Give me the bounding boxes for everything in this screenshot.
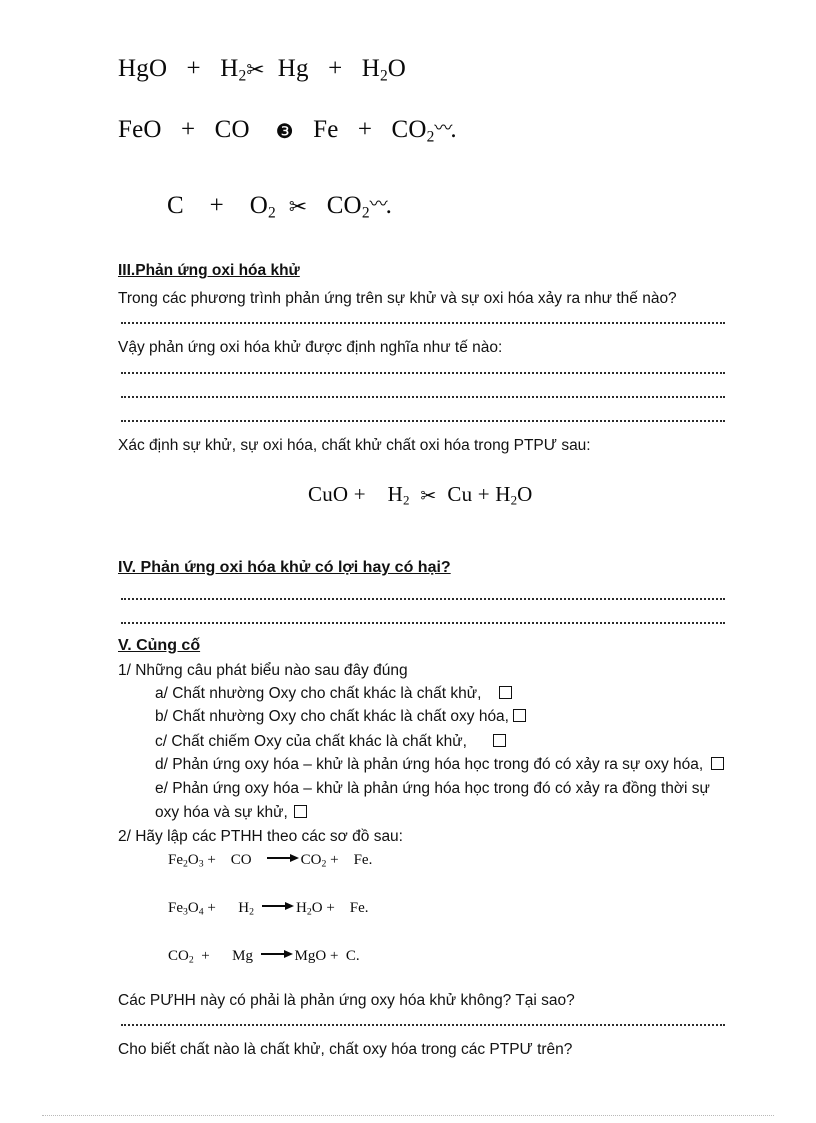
section-v-question-4: Cho biết chất nào là chất khử, chất oxy … [118,1041,573,1058]
wave-glyph: 〰 [369,194,388,215]
circled-three-glyph: ❸ [275,119,294,143]
section-iii-heading: III.Phản ứng oxi hóa khử [118,262,300,279]
equation-fe3o4: Fe3O4 + H2 H2O + Fe. [168,900,369,918]
choice-b: b/ Chất nhường Oxy cho chất khác là chất… [155,709,526,725]
choice-e-continuation-label: oxy hóa và sự khử, [155,804,288,821]
scissors-glyph: ✂ [420,485,437,507]
equation-co2-mg-a: CO [168,948,189,964]
page-boundary-separator [42,1114,774,1116]
section-iv-heading: IV. Phản ứng oxi hóa khử có lợi hay có h… [118,559,451,576]
equation-hgo-right-sub: 2 [379,67,388,85]
choice-e: e/ Phản ứng oxy hóa – khử là phản ứng hó… [155,781,710,797]
equation-hgo-left: HgO + H [118,55,239,82]
equation-hgo: HgO + H2✂ Hg + H2O [118,55,406,85]
scissors-glyph: ✂ [288,195,308,220]
answer-line [121,394,725,398]
equation-c-o2: C + O2 ✂ CO2〰. [167,192,392,222]
equation-fe2o3-plus: + CO [203,852,267,868]
document-page: HgO + H2✂ Hg + H2O FeO + CO ❸ Fe + CO2〰.… [0,0,816,1123]
equation-c-o2-tail: . [385,192,393,219]
equation-feo-tail: . [450,116,457,143]
equation-fe2o3: Fe2O3 + CO CO2 + Fe. [168,852,373,870]
arrow-right-icon [262,901,296,910]
equation-co2-mg: CO2 + Mg MgO + C. [168,948,360,966]
equation-cuo-right-tail: O [517,482,533,506]
equation-cuo-left-sub: 2 [402,492,410,508]
section-v-heading: V. Củng cố [118,637,201,654]
equation-fe3o4-plus: + H [203,900,250,916]
section-iii-question-3: Xác định sự khử, sự oxi hóa, chất khử ch… [118,437,591,454]
equation-feo: FeO + CO ❸ Fe + CO2〰. [118,116,457,146]
equation-c-o2-left-sub: 2 [268,204,276,222]
equation-fe3o4-plus-sub: 2 [249,906,255,918]
equation-c-o2-right-sub: 2 [361,204,370,222]
equation-co2-mg-b: MgO [294,948,327,964]
equation-c-o2-right: CO [326,192,362,219]
equation-co2-mg-plus: + Mg [193,948,261,964]
choice-c-label: c/ Chất chiếm Oxy của chất khác là chất … [155,733,467,750]
equation-fe3o4-a: Fe [168,900,183,916]
equation-cuo: CuO + H2 ✂ Cu + H2O [308,482,533,509]
checkbox-e[interactable] [293,805,307,818]
choice-b-label: b/ Chất nhường Oxy cho chất khác là chất… [155,708,509,725]
equation-fe3o4-b2: O [311,900,323,916]
equation-hgo-right: Hg + H [277,55,380,82]
choice-e-label: e/ Phản ứng oxy hóa – khử là phản ứng hó… [155,780,710,797]
scissors-glyph: ✂ [246,58,265,83]
equation-fe2o3-a: Fe [168,852,183,868]
arrow-right-icon [260,949,295,958]
equation-fe2o3-b: CO [300,852,322,868]
answer-line [121,320,725,324]
checkbox-d[interactable] [711,757,725,770]
arrow-right-icon [266,853,301,862]
choice-d: d/ Phản ứng oxy hóa – khử là phản ứng hó… [155,756,725,773]
choice-a-label: a/ Chất nhường Oxy cho chất khác là chất… [155,685,482,702]
equation-feo-right: Fe + CO [313,116,427,143]
equation-fe2o3-tail: + Fe. [326,852,373,868]
equation-fe3o4-a2: O [187,900,199,916]
checkbox-a[interactable] [499,686,513,699]
section-v-question-2-label: 2/ Hãy lập các PTHH theo các sơ đồ sau: [118,828,403,845]
checkbox-c[interactable] [492,734,506,747]
section-v-question-3: Các PƯHH này có phải là phản ứng oxy hóa… [118,992,575,1009]
answer-line [121,1022,725,1026]
section-iii-question-2: Vậy phản ứng oxi hóa khử được định nghĩa… [118,339,503,356]
equation-fe3o4-b: H [296,900,307,916]
equation-fe3o4-tail: + Fe. [322,900,369,916]
choice-c: c/ Chất chiếm Oxy của chất khác là chất … [155,734,506,750]
answer-line [121,418,725,422]
wave-glyph: 〰 [434,118,452,139]
equation-cuo-left: CuO + H [308,482,403,506]
choice-a: a/ Chất nhường Oxy cho chất khác là chất… [155,685,513,702]
choice-e-continuation: oxy hóa và sự khử, [155,805,307,821]
answer-line [121,596,725,600]
section-iii-question-1: Trong các phương trình phản ứng trên sự … [118,290,677,307]
equation-co2-mg-tail: + C. [326,948,360,964]
section-v-question-1-label: 1/ Những câu phát biểu nào sau đây đúng [118,662,408,679]
equation-fe2o3-a2: O [187,852,199,868]
equation-cuo-right: Cu + H [447,482,511,506]
equation-feo-left: FeO + CO [118,116,250,143]
answer-line [121,620,725,624]
equation-hgo-right-tail: O [387,55,406,82]
answer-line [121,370,725,374]
equation-c-o2-left: C + O [167,192,269,219]
choice-d-label: d/ Phản ứng oxy hóa – khử là phản ứng hó… [155,756,704,773]
checkbox-b[interactable] [513,709,526,722]
